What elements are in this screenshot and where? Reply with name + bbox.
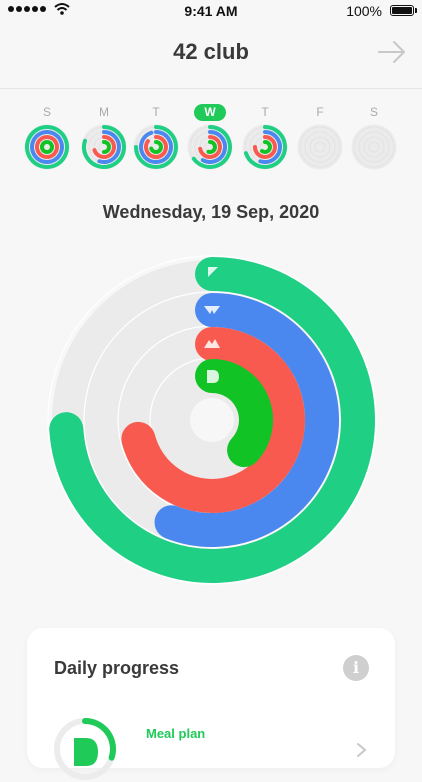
day-rings	[242, 124, 288, 170]
battery-icon	[390, 5, 414, 16]
day-rings	[133, 124, 179, 170]
day-rings-track	[297, 124, 343, 170]
day-label: S	[42, 105, 51, 119]
arrow-right-icon[interactable]	[376, 38, 408, 66]
day-tuesday[interactable]: T	[131, 100, 181, 180]
page-title: 42 club	[173, 39, 249, 64]
day-rings	[351, 124, 397, 170]
battery-percentage: 100%	[346, 3, 382, 19]
leaf-icon	[207, 370, 219, 383]
day-sunday[interactable]: S	[22, 100, 72, 180]
day-label: T	[261, 105, 269, 119]
card-title: Daily progress	[54, 658, 180, 678]
day-wednesday[interactable]: W	[185, 100, 235, 180]
meal-plan-label: Meal plan	[146, 726, 206, 741]
day-saturday[interactable]: S	[349, 100, 399, 180]
day-rings	[187, 124, 233, 170]
meal-plan-progress-icon	[54, 718, 116, 780]
day-monday[interactable]: M	[79, 100, 129, 180]
daily-progress-card[interactable]: Daily progress i Meal plan	[27, 628, 395, 780]
day-label: F	[316, 105, 324, 119]
info-icon[interactable]: i	[343, 655, 369, 681]
day-rings	[297, 124, 343, 170]
day-label-selected: W	[194, 104, 226, 121]
chevron-right-icon[interactable]	[355, 742, 369, 758]
leaf-icon	[74, 738, 98, 766]
activity-rings[interactable]	[45, 253, 379, 587]
rings-center	[190, 398, 234, 442]
day-label: M	[99, 105, 109, 119]
day-rings	[81, 124, 127, 170]
nav-bar: 42 club	[0, 22, 422, 89]
selected-date: Wednesday, 19 Sep, 2020	[102, 202, 320, 222]
status-bar: 9:41 AM 100%	[0, 0, 422, 22]
day-rings-track	[351, 124, 397, 170]
day-label: S	[369, 105, 378, 119]
day-rings	[24, 124, 70, 170]
day-label: T	[152, 105, 160, 119]
week-strip: S M T W T F S	[0, 100, 422, 180]
day-friday[interactable]: F	[295, 100, 345, 180]
day-thursday[interactable]: T	[240, 100, 290, 180]
